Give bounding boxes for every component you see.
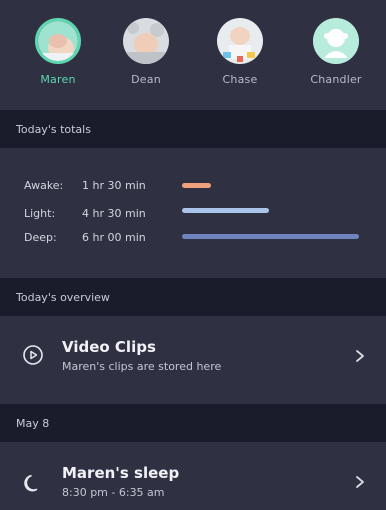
- awake-bar: [182, 183, 211, 188]
- totals-value: 6 hr 00 min: [82, 230, 146, 244]
- totals-row-awake: Awake: 1 hr 30 min: [24, 176, 164, 194]
- totals-label: Light:: [24, 206, 56, 220]
- totals-label: Awake:: [24, 178, 64, 192]
- video-clips-subtitle: Maren's clips are stored here: [62, 360, 222, 373]
- baby-placeholder-icon: [313, 18, 359, 64]
- deep-bar: [182, 234, 359, 239]
- sleep-title: Maren's sleep: [62, 464, 180, 482]
- totals-panel: Awake: 1 hr 30 min Light: 4 hr 30 min De…: [0, 148, 386, 270]
- profile-chase[interactable]: Chase: [200, 18, 280, 86]
- avatar: [217, 18, 263, 64]
- light-bar: [182, 208, 269, 213]
- profile-maren[interactable]: Maren: [18, 18, 98, 86]
- moon-icon: [24, 475, 38, 492]
- section-title: May 8: [16, 416, 50, 430]
- profile-chandler[interactable]: Chandler: [296, 18, 376, 86]
- section-title: Today's totals: [16, 122, 91, 136]
- chevron-right-icon: [356, 476, 364, 488]
- totals-value: 1 hr 30 min: [82, 178, 146, 192]
- section-header-totals: Today's totals: [0, 110, 386, 148]
- profile-name: Maren: [40, 73, 76, 86]
- video-clips-title: Video Clips: [62, 338, 156, 356]
- profile-name: Chandler: [310, 73, 362, 86]
- avatar: [123, 18, 169, 64]
- profile-selector: Maren Dean Chase Chandler: [0, 0, 386, 110]
- chevron-right-icon: [356, 350, 364, 362]
- profile-dean[interactable]: Dean: [106, 18, 186, 86]
- avatar: [35, 18, 81, 64]
- section-header-date: May 8: [0, 404, 386, 442]
- avatar: [313, 18, 359, 64]
- profile-name: Chase: [222, 73, 258, 86]
- sleep-subtitle: 8:30 pm - 6:35 am: [62, 486, 165, 499]
- section-title: Today's overview: [16, 290, 110, 304]
- section-header-overview: Today's overview: [0, 278, 386, 316]
- play-circle-icon: [23, 345, 43, 365]
- totals-row-deep: Deep: 6 hr 00 min: [24, 228, 164, 246]
- totals-value: 4 hr 30 min: [82, 206, 146, 220]
- totals-row-light: Light: 4 hr 30 min: [24, 204, 164, 222]
- profile-name: Dean: [131, 73, 161, 86]
- video-clips-item[interactable]: Video Clips Maren's clips are stored her…: [0, 316, 386, 396]
- totals-label: Deep:: [24, 230, 57, 244]
- sleep-item[interactable]: Maren's sleep 8:30 pm - 6:35 am: [0, 442, 386, 510]
